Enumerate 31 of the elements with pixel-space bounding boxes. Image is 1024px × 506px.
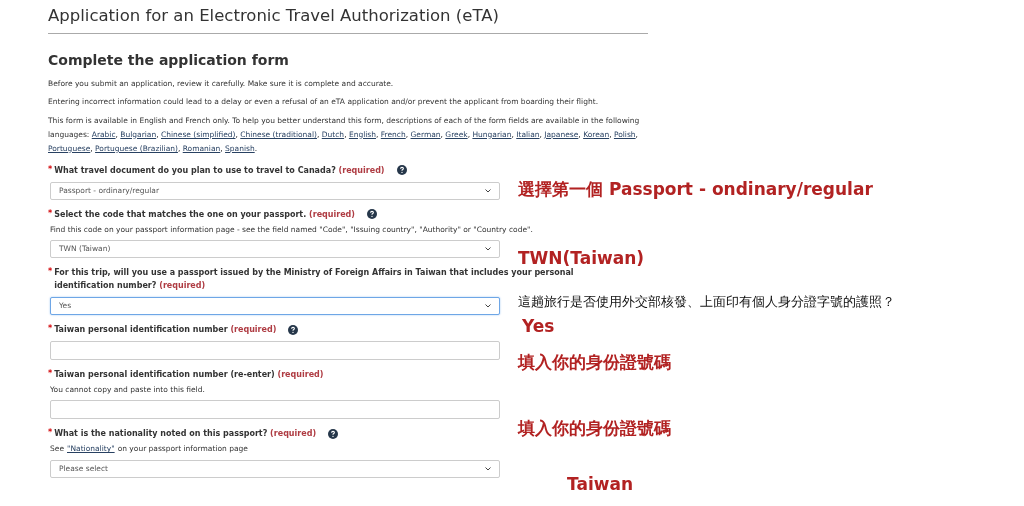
annotation-text: 這趟旅行是否使用外交部核發、上面印有個人身分證字號的護照？ bbox=[518, 293, 895, 311]
annotation-text: 填入你的身份證號碼 bbox=[518, 417, 671, 440]
required-asterisk: * bbox=[48, 427, 53, 440]
help-icon[interactable] bbox=[328, 428, 339, 439]
input-field[interactable] bbox=[50, 400, 500, 420]
required-asterisk: * bbox=[48, 323, 53, 335]
annotation-text: TWN(Taiwan) bbox=[518, 247, 645, 268]
chevron-icon bbox=[485, 466, 491, 471]
chevron-icon bbox=[485, 188, 491, 193]
required-asterisk: * bbox=[48, 266, 53, 278]
required-asterisk: * bbox=[48, 368, 53, 380]
section-heading: Complete the application form bbox=[48, 50, 290, 70]
chevron-icon bbox=[485, 304, 491, 308]
field-label: For this trip, will you use a passport issued by the Ministry of Foreign Affairs in Taiwan that includes your personal identification number? (required) bbox=[54, 267, 575, 292]
field-label: What is the nationality noted on this passport? (required) bbox=[54, 428, 317, 441]
field-label: Select the code that matches the one on your passport. (required) bbox=[54, 208, 355, 221]
annotation-text: Taiwan bbox=[567, 473, 633, 496]
required-asterisk: * bbox=[48, 163, 53, 176]
field-label: Taiwan personal identification number (re-enter) (required) bbox=[54, 369, 324, 381]
help-icon[interactable] bbox=[367, 209, 377, 220]
required-asterisk: * bbox=[48, 207, 53, 220]
annotation-text: Yes bbox=[522, 315, 555, 338]
annotation-text: 選擇第一個 Passport - ondinary/regular bbox=[518, 178, 873, 201]
chevron-icon bbox=[485, 247, 491, 251]
help-icon[interactable] bbox=[396, 165, 407, 176]
annotation-text: 填入你的身份證號碼 bbox=[518, 351, 671, 374]
field-label: Taiwan personal identification number (required) bbox=[54, 324, 277, 336]
field-label: What travel document do you plan to use to travel to Canada? (required) bbox=[54, 164, 385, 177]
help-icon[interactable] bbox=[288, 324, 299, 335]
input-field[interactable] bbox=[50, 341, 500, 360]
page-title: Application for an Electronic Travel Authorization (eTA) bbox=[48, 4, 648, 34]
